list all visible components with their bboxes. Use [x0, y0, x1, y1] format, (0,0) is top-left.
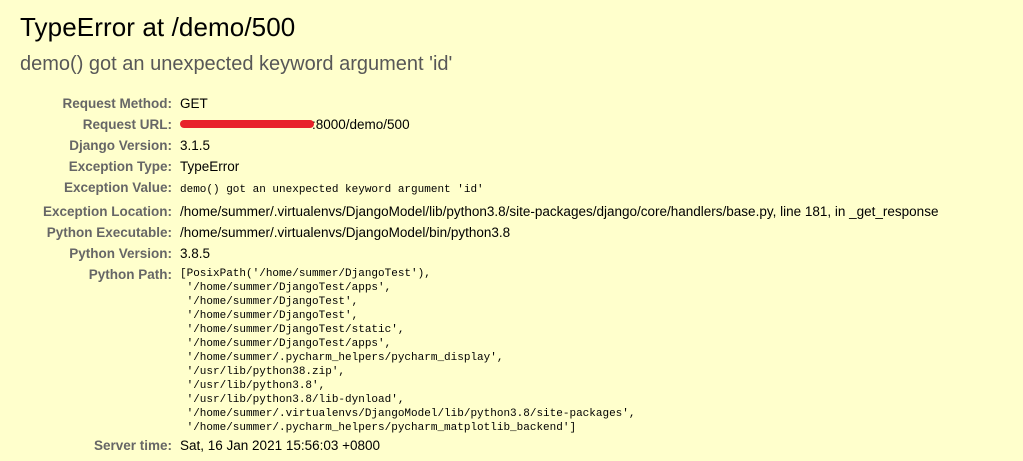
- python-path-list: [PosixPath('/home/summer/DjangoTest'), '…: [180, 268, 636, 434]
- redaction-mark: [180, 120, 314, 129]
- meta-row-python-path: Python Path: [PosixPath('/home/summer/Dj…: [20, 264, 938, 435]
- meta-label: Request URL:: [82, 117, 172, 132]
- meta-label: Python Path:: [88, 267, 172, 282]
- meta-row-exception-type: Exception Type: TypeError: [20, 156, 938, 177]
- meta-label: Exception Value:: [63, 180, 172, 195]
- meta-row-exception-value: Exception Value: demo() got an unexpecte…: [20, 177, 938, 201]
- page-title: TypeError at /demo/500: [20, 12, 296, 42]
- exception-value-text: demo() got an unexpected keyword argumen…: [180, 184, 484, 196]
- meta-row-request-url: Request URL: :8000/demo/500: [20, 114, 938, 135]
- meta-row-django-version: Django Version: 3.1.5: [20, 135, 938, 156]
- meta-label: Exception Type:: [68, 159, 172, 174]
- meta-label: Server time:: [93, 438, 172, 453]
- meta-value: Sat, 16 Jan 2021 15:56:03 +0800: [180, 438, 381, 453]
- exception-message: demo() got an unexpected keyword argumen…: [20, 53, 453, 75]
- meta-value: /home/summer/.virtualenvs/DjangoModel/bi…: [180, 225, 511, 240]
- meta-row-python-executable: Python Executable: /home/summer/.virtual…: [20, 222, 938, 243]
- meta-value: /home/summer/.virtualenvs/DjangoModel/li…: [180, 204, 939, 219]
- request-meta-table: Request Method: GET Request URL: :8000/d…: [20, 93, 938, 456]
- meta-label: Request Method:: [62, 96, 173, 111]
- meta-value-url: :8000/demo/500: [180, 114, 938, 135]
- meta-value: 3.8.5: [180, 246, 211, 261]
- request-url-text: :8000/demo/500: [312, 117, 410, 132]
- meta-label: Python Executable:: [46, 225, 172, 240]
- meta-value: demo() got an unexpected keyword argumen…: [180, 177, 938, 201]
- meta-label: Django Version:: [69, 138, 172, 153]
- meta-row-request-method: Request Method: GET: [20, 93, 938, 114]
- meta-value: TypeError: [180, 159, 240, 174]
- meta-value: 3.1.5: [180, 138, 211, 153]
- meta-value: [PosixPath('/home/summer/DjangoTest'), '…: [180, 264, 938, 435]
- meta-row-server-time: Server time: Sat, 16 Jan 2021 15:56:03 +…: [20, 435, 938, 456]
- meta-value: GET: [180, 96, 208, 111]
- meta-label: Exception Location:: [42, 204, 172, 219]
- meta-label: Python Version:: [69, 246, 172, 261]
- meta-row-python-version: Python Version: 3.8.5: [20, 243, 938, 264]
- error-summary: TypeError at /demo/500 demo() got an une…: [0, 0, 1023, 461]
- meta-row-exception-location: Exception Location: /home/summer/.virtua…: [20, 201, 938, 222]
